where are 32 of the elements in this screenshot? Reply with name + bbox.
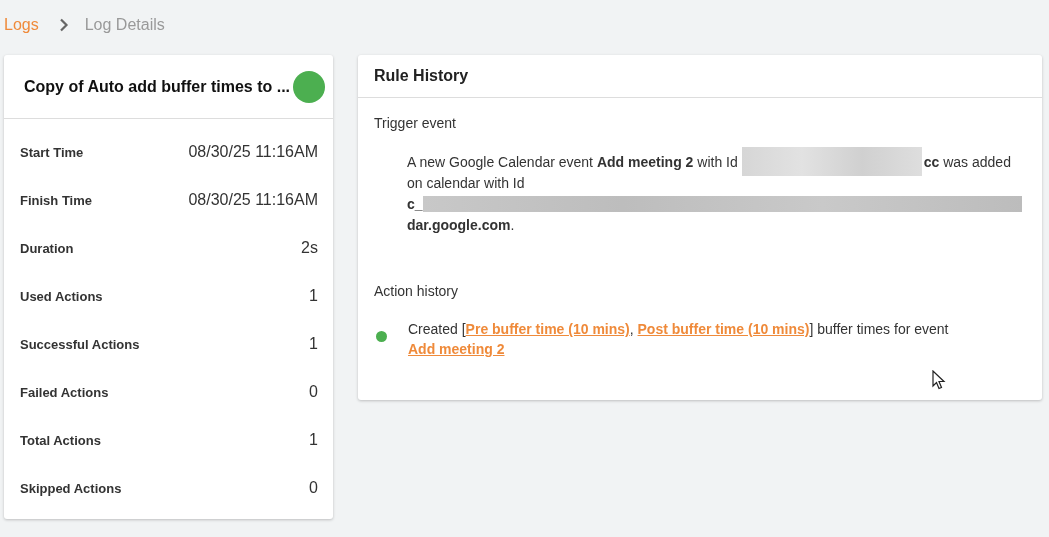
breadcrumb-link[interactable]: Logs [4, 16, 39, 34]
chevron-right-icon [58, 18, 69, 32]
field-label: Successful Actions [20, 336, 140, 352]
event-link[interactable]: Post buffer time (10 mins) [637, 321, 810, 337]
card-title: Rule History [374, 67, 469, 85]
event-link[interactable]: Add meeting 2 [408, 341, 505, 357]
field-value: 0 [309, 479, 318, 497]
field-label: Duration [20, 240, 74, 256]
field-value: 0 [309, 383, 318, 401]
rule-title: Copy of Auto add buffer times to ... [24, 77, 291, 96]
trigger-text: c_ [407, 195, 423, 212]
trigger-text: A new Google Calendar event Add meeting 2 with Id [407, 153, 738, 170]
field-value: 08/30/25 11:16AM [188, 191, 318, 209]
field-label: Skipped Actions [20, 480, 122, 496]
breadcrumb-current: Log Details [84, 16, 165, 34]
field-value: 1 [309, 287, 318, 305]
field-label: Used Actions [20, 288, 103, 304]
field-label: Finish Time [20, 192, 92, 208]
section-heading: Trigger event [374, 115, 457, 131]
field-value: 08/30/25 11:16AM [188, 143, 318, 161]
field-label: Total Actions [20, 432, 101, 448]
field-label: Failed Actions [20, 384, 109, 400]
trigger-text: dar.google.com. [407, 216, 515, 233]
trigger-text: on calendar with Id [407, 174, 525, 191]
action-text: Created [Pre buffer time (10 mins), Post buffer time (10 mins)] buffer times for event Add meeting 2 [408, 320, 950, 359]
field-value: 1 [309, 335, 318, 353]
section-heading: Action history [374, 283, 460, 299]
mouse-pointer-icon [932, 370, 946, 390]
field-label: Start Time [20, 144, 84, 160]
trigger-text: cc was added [923, 153, 1011, 170]
field-value: 2s [301, 239, 318, 257]
field-value: 1 [309, 431, 318, 449]
